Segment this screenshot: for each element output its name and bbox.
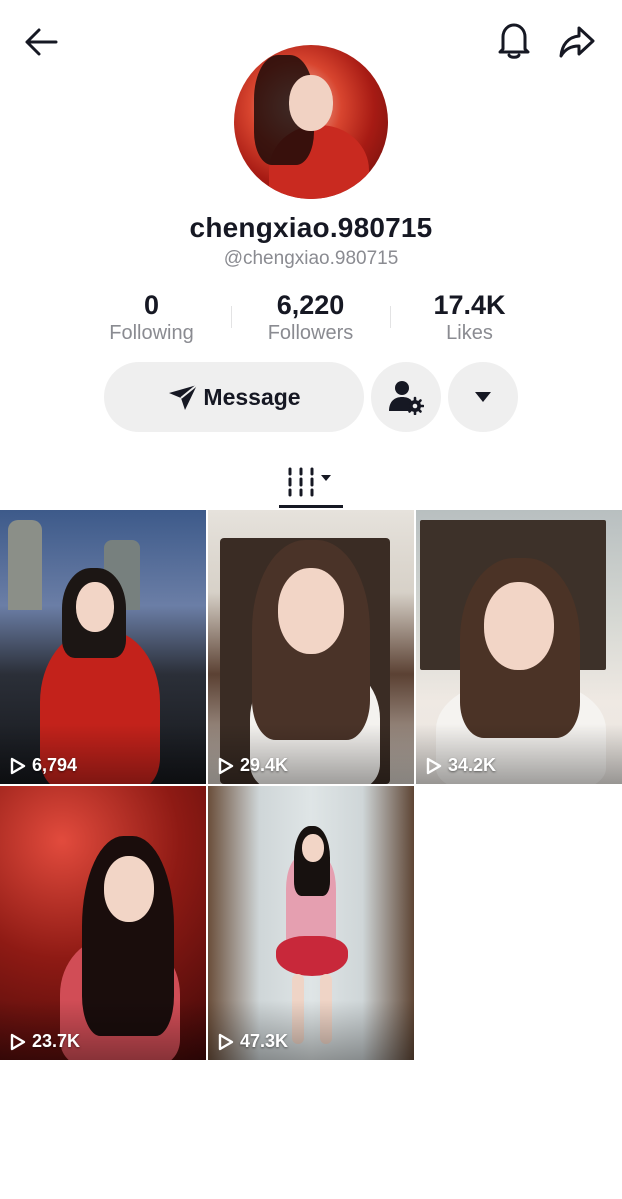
back-button[interactable] [17, 18, 65, 66]
figure-face [104, 856, 154, 922]
building-shape [8, 520, 42, 610]
figure-face [278, 568, 344, 654]
stat-label: Following [109, 322, 194, 344]
stat-value: 6,220 [276, 290, 345, 320]
view-count-label: 34.2K [448, 755, 497, 775]
video-thumbnail[interactable]: 34.2K [416, 510, 622, 784]
view-count-label: 47.3K [240, 1031, 289, 1051]
video-thumbnail[interactable]: 6,794 [0, 510, 206, 784]
content-tabs [0, 455, 622, 510]
stat-divider [390, 306, 391, 328]
notifications-button[interactable] [490, 16, 538, 64]
stat-divider [231, 306, 232, 328]
stat-followers[interactable]: 6,220 Followers [231, 290, 390, 350]
stat-label: Likes [446, 322, 493, 344]
play-icon [218, 757, 234, 774]
message-button[interactable]: Message [104, 362, 364, 432]
username-handle: @chengxiao.980715 [223, 248, 399, 269]
back-arrow-icon [25, 28, 58, 56]
video-thumbnail[interactable]: 47.3K [208, 786, 414, 1060]
play-icon [10, 1033, 26, 1050]
view-count-label: 23.7K [32, 1031, 81, 1051]
stat-following[interactable]: 0 Following [72, 290, 231, 350]
stat-value: 0 [143, 290, 160, 320]
tab-videos[interactable] [279, 455, 343, 509]
profile-stats: 0 Following 6,220 Followers 17.4K Likes [72, 290, 550, 350]
view-count-label: 6,794 [32, 755, 78, 775]
play-icon [426, 757, 442, 774]
share-icon [559, 26, 595, 58]
view-count: 34.2K [426, 755, 496, 776]
stat-value: 17.4K [433, 290, 506, 320]
bell-icon [498, 23, 530, 59]
share-button[interactable] [553, 18, 601, 66]
caret-down-icon [475, 392, 491, 402]
message-button-label: Message [203, 383, 301, 410]
grid-videos-icon [288, 467, 331, 497]
play-icon [218, 1033, 234, 1050]
view-count: 47.3K [218, 1031, 288, 1052]
view-count: 29.4K [218, 755, 288, 776]
view-count: 6,794 [10, 755, 77, 776]
user-gear-icon [389, 381, 424, 415]
stat-likes[interactable]: 17.4K Likes [390, 290, 549, 350]
video-thumbnail[interactable]: 29.4K [208, 510, 414, 784]
profile-page: chengxiao.980715 @chengxiao.980715 0 Fol… [0, 0, 622, 1199]
follow-settings-button[interactable] [371, 362, 441, 432]
active-tab-indicator [279, 505, 343, 508]
figure-skirt [276, 936, 348, 976]
avatar[interactable] [234, 45, 388, 199]
view-count-label: 29.4K [240, 755, 289, 775]
display-name: chengxiao.980715 [189, 212, 433, 243]
figure-face [76, 582, 114, 632]
view-count: 23.7K [10, 1031, 80, 1052]
send-icon [169, 384, 199, 410]
figure-face [302, 834, 324, 862]
avatar-figure-face [289, 75, 333, 131]
figure-face [484, 582, 554, 670]
video-thumbnail[interactable]: 23.7K [0, 786, 206, 1060]
more-profiles-dropdown-button[interactable] [448, 362, 518, 432]
play-icon [10, 757, 26, 774]
stat-label: Followers [267, 322, 354, 344]
